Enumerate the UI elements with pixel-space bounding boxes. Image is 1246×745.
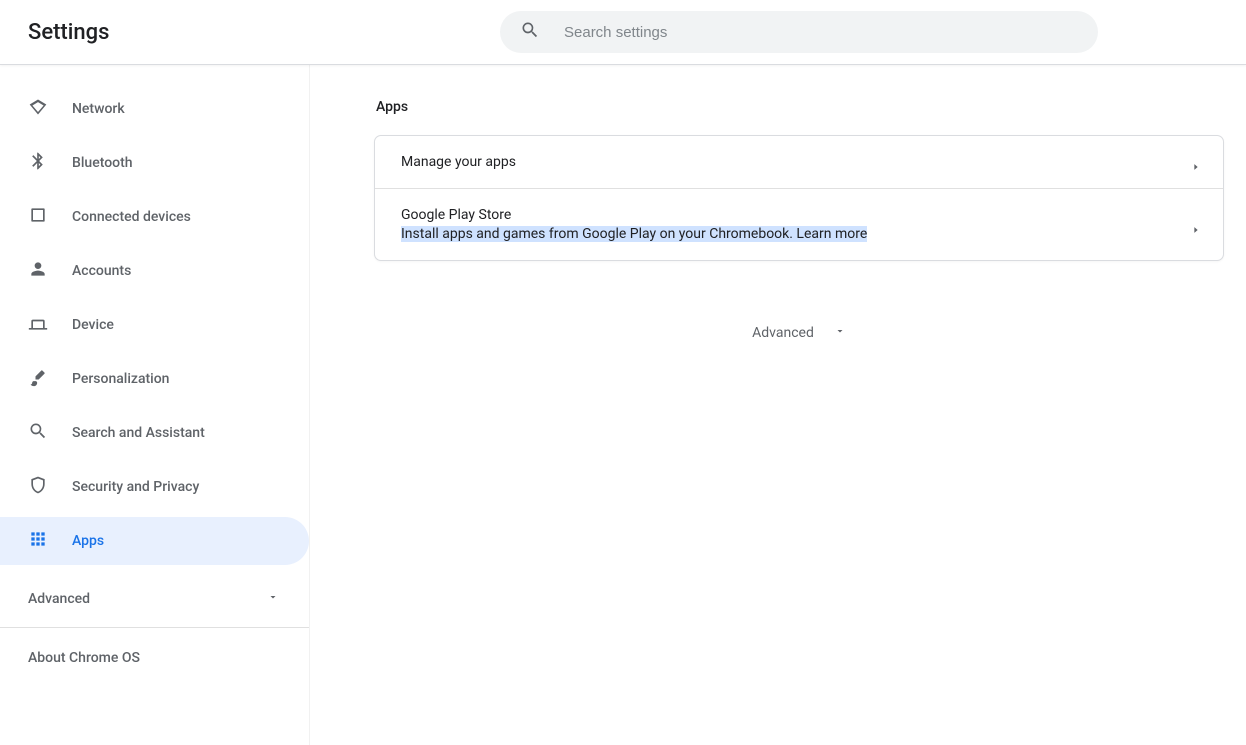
- sidebar-item-label: Accounts: [72, 263, 131, 279]
- chevron-right-icon: [1191, 220, 1201, 230]
- sidebar-separator: [0, 627, 309, 628]
- sidebar-item-security[interactable]: Security and Privacy: [0, 463, 309, 511]
- settings-row-play-store[interactable]: Google Play Store Install apps and games …: [375, 188, 1223, 260]
- bluetooth-icon: [28, 151, 72, 175]
- sidebar-item-personalization[interactable]: Personalization: [0, 355, 309, 403]
- sidebar-item-label: Network: [72, 101, 125, 117]
- settings-card: Manage your apps Google Play Store Install…: [374, 135, 1224, 261]
- brush-icon: [28, 367, 72, 391]
- chevron-down-icon: [267, 591, 279, 607]
- sidebar-item-device[interactable]: Device: [0, 301, 309, 349]
- sidebar: Network Bluetooth Connected devices Account…: [0, 65, 310, 745]
- sidebar-advanced[interactable]: Advanced: [0, 577, 309, 621]
- sidebar-item-label: Connected devices: [72, 209, 191, 225]
- sidebar-item-apps[interactable]: Apps: [0, 517, 309, 565]
- advanced-toggle-label: Advanced: [752, 325, 814, 341]
- sidebar-item-bluetooth[interactable]: Bluetooth: [0, 139, 309, 187]
- sidebar-item-accounts[interactable]: Accounts: [0, 247, 309, 295]
- shield-icon: [28, 475, 72, 499]
- settings-row-manage-apps[interactable]: Manage your apps: [375, 136, 1223, 188]
- sidebar-item-connected[interactable]: Connected devices: [0, 193, 309, 241]
- person-icon: [28, 259, 72, 283]
- sidebar-about[interactable]: About Chrome OS: [0, 636, 309, 680]
- sidebar-item-label: Search and Assistant: [72, 425, 205, 441]
- search-bar[interactable]: [500, 11, 1098, 53]
- main-content: Apps Manage your apps Google Play Store In…: [310, 65, 1246, 745]
- sidebar-item-network[interactable]: Network: [0, 85, 309, 133]
- search-input[interactable]: [562, 23, 1078, 42]
- advanced-toggle[interactable]: Advanced: [374, 325, 1224, 341]
- header: Settings: [0, 0, 1246, 65]
- row-title: Manage your apps: [401, 154, 1191, 170]
- sidebar-item-label: Device: [72, 317, 114, 333]
- page-title: Settings: [28, 20, 109, 45]
- sidebar-item-label: Apps: [72, 533, 104, 549]
- chevron-right-icon: [1191, 157, 1201, 167]
- search-icon: [520, 20, 540, 44]
- devices-icon: [28, 205, 72, 229]
- sidebar-item-label: Security and Privacy: [72, 479, 199, 495]
- sidebar-about-label: About Chrome OS: [28, 650, 140, 666]
- chevron-down-icon: [834, 325, 846, 341]
- search-icon: [28, 421, 72, 445]
- sidebar-advanced-label: Advanced: [28, 591, 90, 607]
- row-subtitle: Install apps and games from Google Play …: [401, 226, 867, 242]
- row-title: Google Play Store: [401, 207, 1191, 223]
- laptop-icon: [28, 313, 72, 337]
- section-title: Apps: [374, 99, 1224, 115]
- sidebar-item-search[interactable]: Search and Assistant: [0, 409, 309, 457]
- wifi-icon: [28, 97, 72, 121]
- sidebar-item-label: Personalization: [72, 371, 169, 387]
- apps-icon: [28, 529, 72, 553]
- sidebar-item-label: Bluetooth: [72, 155, 133, 171]
